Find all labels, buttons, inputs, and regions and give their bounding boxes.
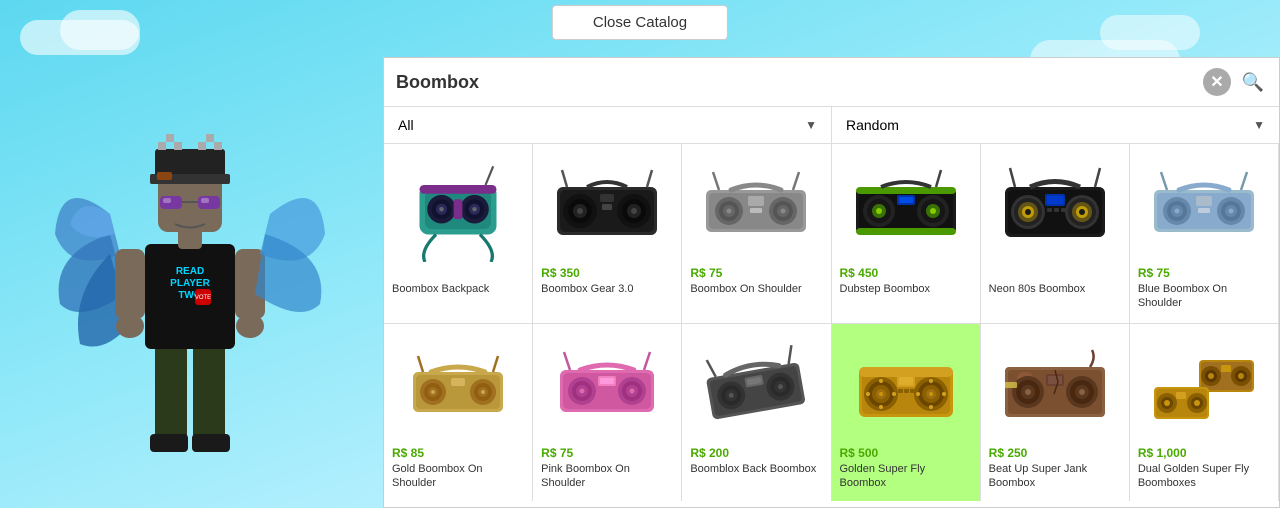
item-price-blue-boombox-on-shoulder: R$ 75 xyxy=(1138,266,1170,280)
item-image-boomblox-back-boombox xyxy=(701,332,811,442)
clear-search-button[interactable]: ✕ xyxy=(1203,68,1231,96)
item-blue-boombox-on-shoulder[interactable]: R$ 75 Blue Boombox On Shoulder xyxy=(1130,144,1279,324)
item-price-boombox-gear-30: R$ 350 xyxy=(541,266,580,280)
item-name-dubstep-boombox: Dubstep Boombox xyxy=(840,282,931,296)
item-price-gold-boombox-on-shoulder: R$ 85 xyxy=(392,446,424,460)
item-price-dual-golden-super-fly-boomboxes: R$ 1,000 xyxy=(1138,446,1187,460)
item-boombox-on-shoulder[interactable]: R$ 75 Boombox On Shoulder xyxy=(682,144,831,324)
svg-text:VOTE: VOTE xyxy=(195,295,211,301)
filters-row: All ▼ Random ▼ xyxy=(384,107,1279,144)
item-price-dubstep-boombox: R$ 450 xyxy=(840,266,879,280)
item-golden-super-fly-boombox[interactable]: R$ 500 Golden Super Fly Boombox xyxy=(832,324,981,501)
search-input[interactable] xyxy=(396,72,1195,93)
item-image-beat-up-super-jank-boombox xyxy=(1000,332,1110,442)
character-svg: READ PLAYER TWO VOTE xyxy=(50,34,330,494)
item-image-gold-boombox-on-shoulder xyxy=(403,332,513,442)
item-boomblox-back-boombox[interactable]: R$ 200 Boomblox Back Boombox xyxy=(682,324,831,501)
item-name-pink-boombox-on-shoulder: Pink Boombox On Shoulder xyxy=(541,462,673,491)
cloud-4 xyxy=(1100,15,1200,50)
sort-filter[interactable]: Random ▼ xyxy=(832,107,1279,143)
item-price-pink-boombox-on-shoulder: R$ 75 xyxy=(541,446,573,460)
item-price-boombox-backpack xyxy=(392,266,395,280)
search-bar: ✕ 🔍 xyxy=(384,58,1279,107)
item-beat-up-super-jank-boombox[interactable]: R$ 250 Beat Up Super Jank Boombox xyxy=(981,324,1130,501)
svg-text:PLAYER: PLAYER xyxy=(170,278,210,289)
item-neon-80s-boombox[interactable]: Neon 80s Boombox xyxy=(981,144,1130,324)
item-price-boombox-on-shoulder: R$ 75 xyxy=(690,266,722,280)
item-image-boombox-on-shoulder xyxy=(701,152,811,262)
item-image-neon-80s-boombox xyxy=(1000,152,1110,262)
item-name-boombox-gear-30: Boombox Gear 3.0 xyxy=(541,282,633,296)
item-name-dual-golden-super-fly-boomboxes: Dual Golden Super Fly Boomboxes xyxy=(1138,462,1270,491)
item-dual-golden-super-fly-boomboxes[interactable]: R$ 1,000 Dual Golden Super Fly Boomboxes xyxy=(1130,324,1279,501)
item-name-gold-boombox-on-shoulder: Gold Boombox On Shoulder xyxy=(392,462,524,491)
item-image-boombox-backpack xyxy=(403,152,513,262)
sort-arrow: ▼ xyxy=(1253,118,1265,132)
item-price-beat-up-super-jank-boombox: R$ 250 xyxy=(989,446,1028,460)
item-name-boomblox-back-boombox: Boomblox Back Boombox xyxy=(690,462,816,476)
item-name-blue-boombox-on-shoulder: Blue Boombox On Shoulder xyxy=(1138,282,1270,311)
category-value: All xyxy=(398,117,414,133)
item-dubstep-boombox[interactable]: R$ 450 Dubstep Boombox xyxy=(832,144,981,324)
item-name-boombox-on-shoulder: Boombox On Shoulder xyxy=(690,282,801,296)
item-price-neon-80s-boombox xyxy=(989,266,992,280)
item-name-golden-super-fly-boombox: Golden Super Fly Boombox xyxy=(840,462,972,491)
item-image-blue-boombox-on-shoulder xyxy=(1149,152,1259,262)
item-name-boombox-backpack: Boombox Backpack xyxy=(392,282,489,296)
items-grid: Boombox Backpack xyxy=(384,144,1279,501)
category-arrow: ▼ xyxy=(805,118,817,132)
item-name-neon-80s-boombox: Neon 80s Boombox xyxy=(989,282,1086,296)
item-name-beat-up-super-jank-boombox: Beat Up Super Jank Boombox xyxy=(989,462,1121,491)
item-image-golden-super-fly-boombox xyxy=(851,332,961,442)
search-button[interactable]: 🔍 xyxy=(1239,68,1267,96)
sort-value: Random xyxy=(846,117,899,133)
item-pink-boombox-on-shoulder[interactable]: R$ 75 Pink Boombox On Shoulder xyxy=(533,324,682,501)
item-price-golden-super-fly-boombox: R$ 500 xyxy=(840,446,879,460)
character-area: READ PLAYER TWO VOTE xyxy=(0,0,380,508)
item-image-boombox-gear-30 xyxy=(552,152,662,262)
category-filter[interactable]: All ▼ xyxy=(384,107,832,143)
svg-text:READ: READ xyxy=(176,266,204,277)
item-boombox-gear-30[interactable]: R$ 350 Boombox Gear 3.0 xyxy=(533,144,682,324)
item-price-boomblox-back-boombox: R$ 200 xyxy=(690,446,729,460)
item-image-dubstep-boombox xyxy=(851,152,961,262)
catalog-panel: ✕ 🔍 All ▼ Random ▼ xyxy=(383,57,1280,508)
item-gold-boombox-on-shoulder[interactable]: R$ 85 Gold Boombox On Shoulder xyxy=(384,324,533,501)
item-image-pink-boombox-on-shoulder xyxy=(552,332,662,442)
close-catalog-button[interactable]: Close Catalog xyxy=(552,5,728,40)
item-boombox-backpack[interactable]: Boombox Backpack xyxy=(384,144,533,324)
item-image-dual-golden-super-fly-boomboxes xyxy=(1149,332,1259,442)
